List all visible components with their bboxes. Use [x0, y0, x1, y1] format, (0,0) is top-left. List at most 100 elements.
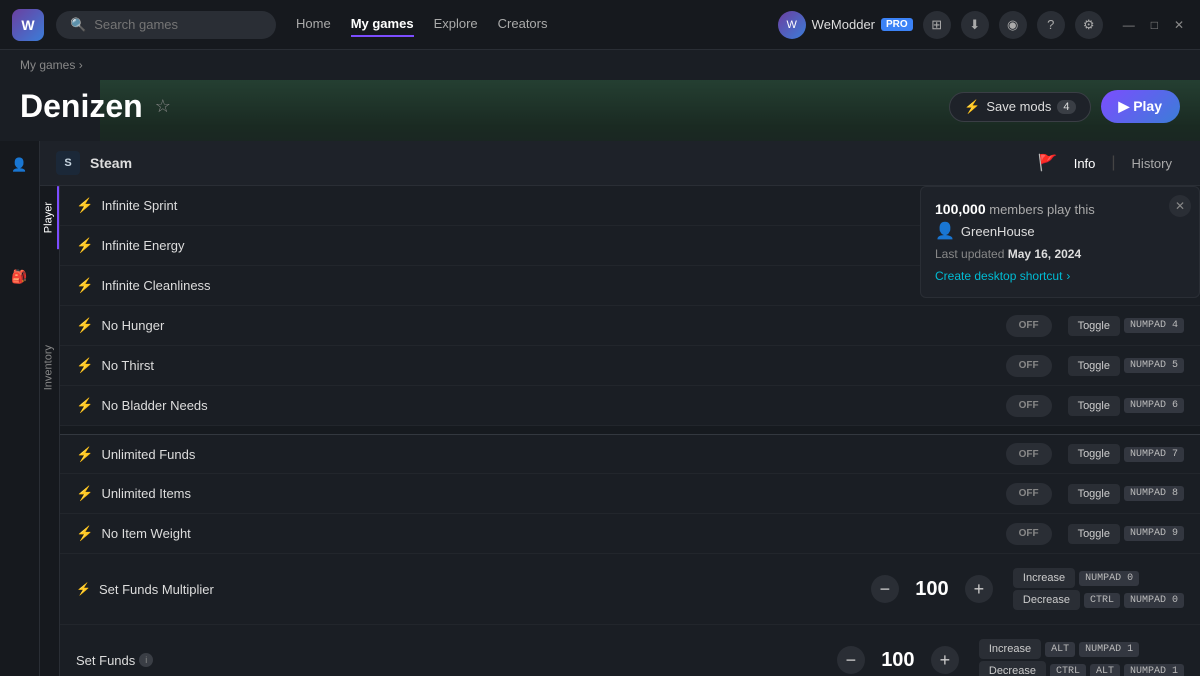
decrease-label-set-funds[interactable]: Decrease: [979, 661, 1046, 676]
info-members-label: members play this: [989, 202, 1094, 217]
increase-set-funds-button[interactable]: +: [931, 646, 959, 674]
toggle-btn-funds[interactable]: Toggle: [1068, 444, 1120, 464]
side-tabs: Player Inventory: [40, 186, 60, 676]
decrease-set-funds-button[interactable]: −: [837, 646, 865, 674]
steam-header: S Steam 🚩 Info | History: [40, 141, 1200, 186]
tab-history[interactable]: History: [1120, 152, 1184, 175]
bolt-icon-bladder: ⚡: [76, 397, 93, 414]
toggle-btn-weight[interactable]: Toggle: [1068, 524, 1120, 544]
download-icon[interactable]: ⬇: [961, 11, 989, 39]
settings-icon[interactable]: ⚙: [1075, 11, 1103, 39]
info-user-icon: 👤: [935, 221, 955, 241]
tab-player[interactable]: Player: [40, 186, 59, 249]
info-panel-close-button[interactable]: ✕: [1169, 195, 1191, 217]
flag-icon[interactable]: 🚩: [1038, 153, 1058, 173]
increase-label-set-funds[interactable]: Increase: [979, 639, 1041, 659]
bolt-icon-cleanliness: ⚡: [76, 277, 93, 294]
increase-action-multiplier: Increase NUMPAD 0: [1013, 568, 1184, 588]
sidebar-inventory-icon[interactable]: 🎒: [6, 263, 34, 291]
kbd-decrease-ctrl-multiplier: CTRL: [1084, 593, 1120, 608]
mod-name-no-thirst: No Thirst: [101, 358, 997, 373]
toggle-btn-items[interactable]: Toggle: [1068, 484, 1120, 504]
tab-inventory[interactable]: Inventory: [40, 329, 59, 406]
nav-right: W WeModder PRO ⊞ ⬇ ◉ ? ⚙ — □ ✕: [778, 11, 1188, 39]
close-button[interactable]: ✕: [1170, 16, 1188, 34]
toggle-no-thirst[interactable]: OFF: [1006, 355, 1052, 377]
info-desktop-shortcut[interactable]: Create desktop shortcut ›: [935, 269, 1185, 283]
decrease-funds-multiplier-button[interactable]: −: [871, 575, 899, 603]
stepper-actions-set-funds: Increase ALT NUMPAD 1 Decrease CTRL ALT …: [979, 639, 1184, 676]
kbd-bladder: NUMPAD 6: [1124, 398, 1184, 413]
stepper-actions-multiplier: Increase NUMPAD 0 Decrease CTRL NUMPAD 0: [1013, 568, 1184, 610]
bolt-icon-funds: ⚡: [76, 446, 93, 463]
bolt-icon-multiplier: ⚡: [76, 582, 91, 596]
bolt-icon-thirst: ⚡: [76, 357, 93, 374]
app-logo[interactable]: W: [12, 9, 44, 41]
toggle-btn-hunger[interactable]: Toggle: [1068, 316, 1120, 336]
kbd-items: NUMPAD 8: [1124, 486, 1184, 501]
mod-name-infinite-energy: Infinite Energy: [101, 238, 997, 253]
search-icon: 🔍: [70, 17, 86, 33]
help-icon[interactable]: ?: [1037, 11, 1065, 39]
toggle-no-bladder[interactable]: OFF: [1006, 395, 1052, 417]
favorite-icon[interactable]: ☆: [155, 96, 171, 117]
increase-label-multiplier[interactable]: Increase: [1013, 568, 1075, 588]
mod-name-unlimited-funds: Unlimited Funds: [101, 447, 997, 462]
increase-funds-multiplier-button[interactable]: +: [965, 575, 993, 603]
info-user-name: GreenHouse: [961, 224, 1035, 239]
stepper-name-funds-multiplier: Set Funds Multiplier: [99, 582, 863, 597]
minimize-button[interactable]: —: [1119, 16, 1139, 34]
toggle-no-item-weight[interactable]: OFF: [1006, 523, 1052, 545]
main-layout: 👤 🎒 S Steam 🚩 Info | History Player In: [0, 141, 1200, 676]
discord-icon[interactable]: ◉: [999, 11, 1027, 39]
breadcrumb-parent[interactable]: My games: [20, 58, 75, 72]
tab-info[interactable]: Info: [1062, 152, 1108, 175]
set-funds-value: 100: [873, 649, 923, 672]
save-mods-button[interactable]: ⚡ Save mods 4: [949, 92, 1090, 122]
nav-home[interactable]: Home: [296, 12, 331, 37]
kbd-increase-multiplier: NUMPAD 0: [1079, 571, 1139, 586]
mod-row-no-hunger: ⚡ No Hunger OFF Toggle NUMPAD 4: [60, 306, 1200, 346]
toggle-btn-bladder[interactable]: Toggle: [1068, 396, 1120, 416]
mod-action-thirst: Toggle NUMPAD 5: [1068, 356, 1184, 376]
bolt-icon-sprint: ⚡: [76, 197, 93, 214]
bolt-icon: ⚡: [964, 99, 980, 115]
sidebar-player-icon[interactable]: 👤: [6, 151, 34, 179]
sidebar-icons: 👤 🎒: [0, 141, 40, 676]
mod-row-no-item-weight: ⚡ No Item Weight OFF Toggle NUMPAD 9: [60, 514, 1200, 554]
steam-logo: S: [56, 151, 80, 175]
decrease-label-multiplier[interactable]: Decrease: [1013, 590, 1080, 610]
info-panel: ✕ 100,000 members play this 👤 GreenHouse…: [920, 186, 1200, 298]
info-updated-date: May 16, 2024: [1008, 247, 1081, 261]
toggle-unlimited-funds[interactable]: OFF: [1006, 443, 1052, 465]
steam-label: Steam: [90, 155, 132, 171]
nav-explore[interactable]: Explore: [434, 12, 478, 37]
search-input[interactable]: [94, 17, 262, 32]
toggle-btn-thirst[interactable]: Toggle: [1068, 356, 1120, 376]
info-user: 👤 GreenHouse: [935, 221, 1185, 241]
title-actions: ⚡ Save mods 4 ▶ Play: [949, 90, 1180, 123]
stepper-row-funds-multiplier: ⚡ Set Funds Multiplier − 100 + Increase …: [76, 564, 1184, 614]
increase-action-set-funds: Increase ALT NUMPAD 1: [979, 639, 1184, 659]
mod-name-no-hunger: No Hunger: [101, 318, 997, 333]
mod-action-funds: Toggle NUMPAD 7: [1068, 444, 1184, 464]
info-icon-set-funds[interactable]: i: [139, 653, 153, 667]
kbd-funds: NUMPAD 7: [1124, 447, 1184, 462]
nav-my-games[interactable]: My games: [351, 12, 414, 37]
section-divider-inventory: [60, 426, 1200, 434]
mod-action-bladder: Toggle NUMPAD 6: [1068, 396, 1184, 416]
toggle-no-hunger[interactable]: OFF: [1006, 315, 1052, 337]
nav-creators[interactable]: Creators: [498, 12, 548, 37]
toggle-unlimited-items[interactable]: OFF: [1006, 483, 1052, 505]
user-badge: W WeModder PRO: [778, 11, 913, 39]
decrease-action-set-funds: Decrease CTRL ALT NUMPAD 1: [979, 661, 1184, 676]
maximize-button[interactable]: □: [1147, 16, 1162, 34]
library-icon[interactable]: ⊞: [923, 11, 951, 39]
play-button[interactable]: ▶ Play: [1101, 90, 1180, 123]
stepper-group-funds-multiplier: ⚡ Set Funds Multiplier − 100 + Increase …: [60, 554, 1200, 625]
kbd-weight: NUMPAD 9: [1124, 526, 1184, 541]
kbd-increase-alt: ALT: [1045, 642, 1075, 657]
nav-links: Home My games Explore Creators: [296, 12, 548, 37]
kbd-thirst: NUMPAD 5: [1124, 358, 1184, 373]
mod-name-unlimited-items: Unlimited Items: [101, 486, 997, 501]
